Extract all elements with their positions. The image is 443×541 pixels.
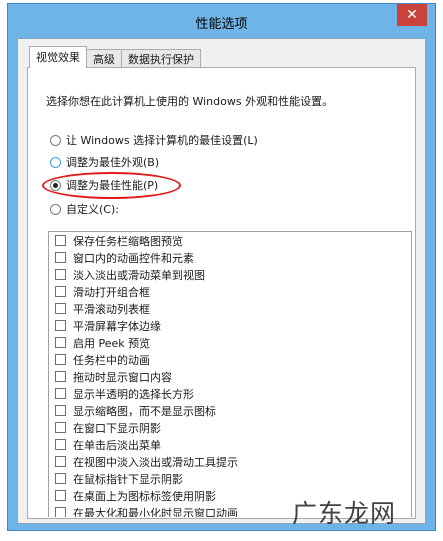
radio-button[interactable] <box>50 203 61 215</box>
checkbox-label: 保存任务栏缩略图预览 <box>73 234 183 248</box>
effects-checkbox-list[interactable]: 保存任务栏缩略图预览 窗口内的动画控件和元素 淡入淡出或滑动菜单到视图 滑动打开… <box>48 231 412 517</box>
radio-button[interactable] <box>50 134 61 146</box>
checkbox-label: 显示缩略图，而不是显示图标 <box>73 404 216 418</box>
tab-data-execution-prevention[interactable]: 数据执行保护 <box>121 49 201 68</box>
checkbox-label: 在鼠标指针下显示阴影 <box>73 472 183 486</box>
checkbox[interactable] <box>55 371 66 382</box>
checkbox[interactable] <box>55 473 66 484</box>
checkbox[interactable] <box>55 405 66 416</box>
list-item[interactable]: 在单击后淡出菜单 <box>49 436 411 453</box>
checkbox[interactable] <box>55 456 66 467</box>
list-item[interactable]: 任务栏中的动画 <box>49 351 411 368</box>
list-item[interactable]: 显示半透明的选择长方形 <box>49 385 411 402</box>
checkbox[interactable] <box>55 269 66 280</box>
checkbox[interactable] <box>55 490 66 501</box>
watermark: 广东龙网 <box>292 499 397 528</box>
list-item[interactable]: 滑动打开组合框 <box>49 283 411 300</box>
tab-visual-effects[interactable]: 视觉效果 <box>29 46 87 68</box>
tab-bar: 视觉效果 高级 数据执行保护 <box>29 46 201 68</box>
checkbox[interactable] <box>55 235 66 246</box>
performance-options-window: 性能选项 ✕ 视觉效果 高级 数据执行保护 选择你想在此计算机上使用的 Wind… <box>7 3 436 531</box>
checkbox[interactable] <box>55 422 66 433</box>
list-item[interactable]: 在视图中淡入淡出或滑动工具提示 <box>49 453 411 470</box>
checkbox[interactable] <box>55 388 66 399</box>
list-item[interactable]: 拖动时显示窗口内容 <box>49 368 411 385</box>
list-item[interactable]: 淡入淡出或滑动菜单到视图 <box>49 266 411 283</box>
list-item[interactable]: 在窗口下显示阴影 <box>49 419 411 436</box>
checkbox[interactable] <box>55 303 66 314</box>
list-item[interactable]: 启用 Peek 预览 <box>49 334 411 351</box>
radio-label: 让 Windows 选择计算机的最佳设置(L) <box>66 134 258 147</box>
window-title: 性能选项 <box>195 17 248 32</box>
radio-let-windows-choose[interactable]: 让 Windows 选择计算机的最佳设置(L) <box>50 132 258 148</box>
red-highlight-annotation <box>42 172 181 199</box>
checkbox-label: 平滑滚动列表框 <box>73 302 150 316</box>
checkbox-label: 任务栏中的动画 <box>73 353 150 367</box>
checkbox[interactable] <box>55 252 66 263</box>
list-item[interactable]: 显示缩略图，而不是显示图标 <box>49 402 411 419</box>
dialog-client-area: 视觉效果 高级 数据执行保护 选择你想在此计算机上使用的 Windows 外观和… <box>17 38 426 524</box>
close-icon: ✕ <box>406 7 418 23</box>
checkbox-label: 在最大化和最小化时显示窗口动画 <box>73 506 238 518</box>
list-item[interactable]: 窗口内的动画控件和元素 <box>49 249 411 266</box>
checkbox[interactable] <box>55 337 66 348</box>
radio-best-appearance[interactable]: 调整为最佳外观(B) <box>50 154 159 170</box>
checkbox-label: 淡入淡出或滑动菜单到视图 <box>73 268 205 282</box>
list-item[interactable]: 在鼠标指针下显示阴影 <box>49 470 411 487</box>
panel-description: 选择你想在此计算机上使用的 Windows 外观和性能设置。 <box>46 95 334 108</box>
checkbox-label: 在桌面上为图标标签使用阴影 <box>73 489 216 503</box>
checkbox-label: 窗口内的动画控件和元素 <box>73 251 194 265</box>
checkbox[interactable] <box>55 286 66 297</box>
checkbox[interactable] <box>55 439 66 450</box>
checkbox-label: 平滑屏幕字体边缘 <box>73 319 161 333</box>
list-item[interactable]: 平滑屏幕字体边缘 <box>49 317 411 334</box>
list-item[interactable]: 平滑滚动列表框 <box>49 300 411 317</box>
radio-custom[interactable]: 自定义(C): <box>50 201 119 217</box>
radio-button[interactable] <box>50 156 61 168</box>
checkbox-label: 启用 Peek 预览 <box>73 336 151 350</box>
radio-label: 自定义(C): <box>66 203 119 216</box>
visual-effects-panel: 选择你想在此计算机上使用的 Windows 外观和性能设置。 让 Windows… <box>27 67 416 519</box>
checkbox[interactable] <box>55 507 66 517</box>
list-item[interactable]: 保存任务栏缩略图预览 <box>49 232 411 249</box>
checkbox[interactable] <box>55 354 66 365</box>
checkbox-label: 在单击后淡出菜单 <box>73 438 161 452</box>
checkbox[interactable] <box>55 320 66 331</box>
checkbox-label: 在窗口下显示阴影 <box>73 421 161 435</box>
radio-label: 调整为最佳外观(B) <box>66 156 160 169</box>
checkbox-label: 滑动打开组合框 <box>73 285 150 299</box>
tab-advanced[interactable]: 高级 <box>86 49 122 68</box>
title-bar[interactable]: 性能选项 ✕ <box>8 4 435 38</box>
checkbox-label: 在视图中淡入淡出或滑动工具提示 <box>73 455 238 469</box>
close-button[interactable]: ✕ <box>397 4 427 26</box>
checkbox-label: 拖动时显示窗口内容 <box>73 370 172 384</box>
checkbox-label: 显示半透明的选择长方形 <box>73 387 194 401</box>
